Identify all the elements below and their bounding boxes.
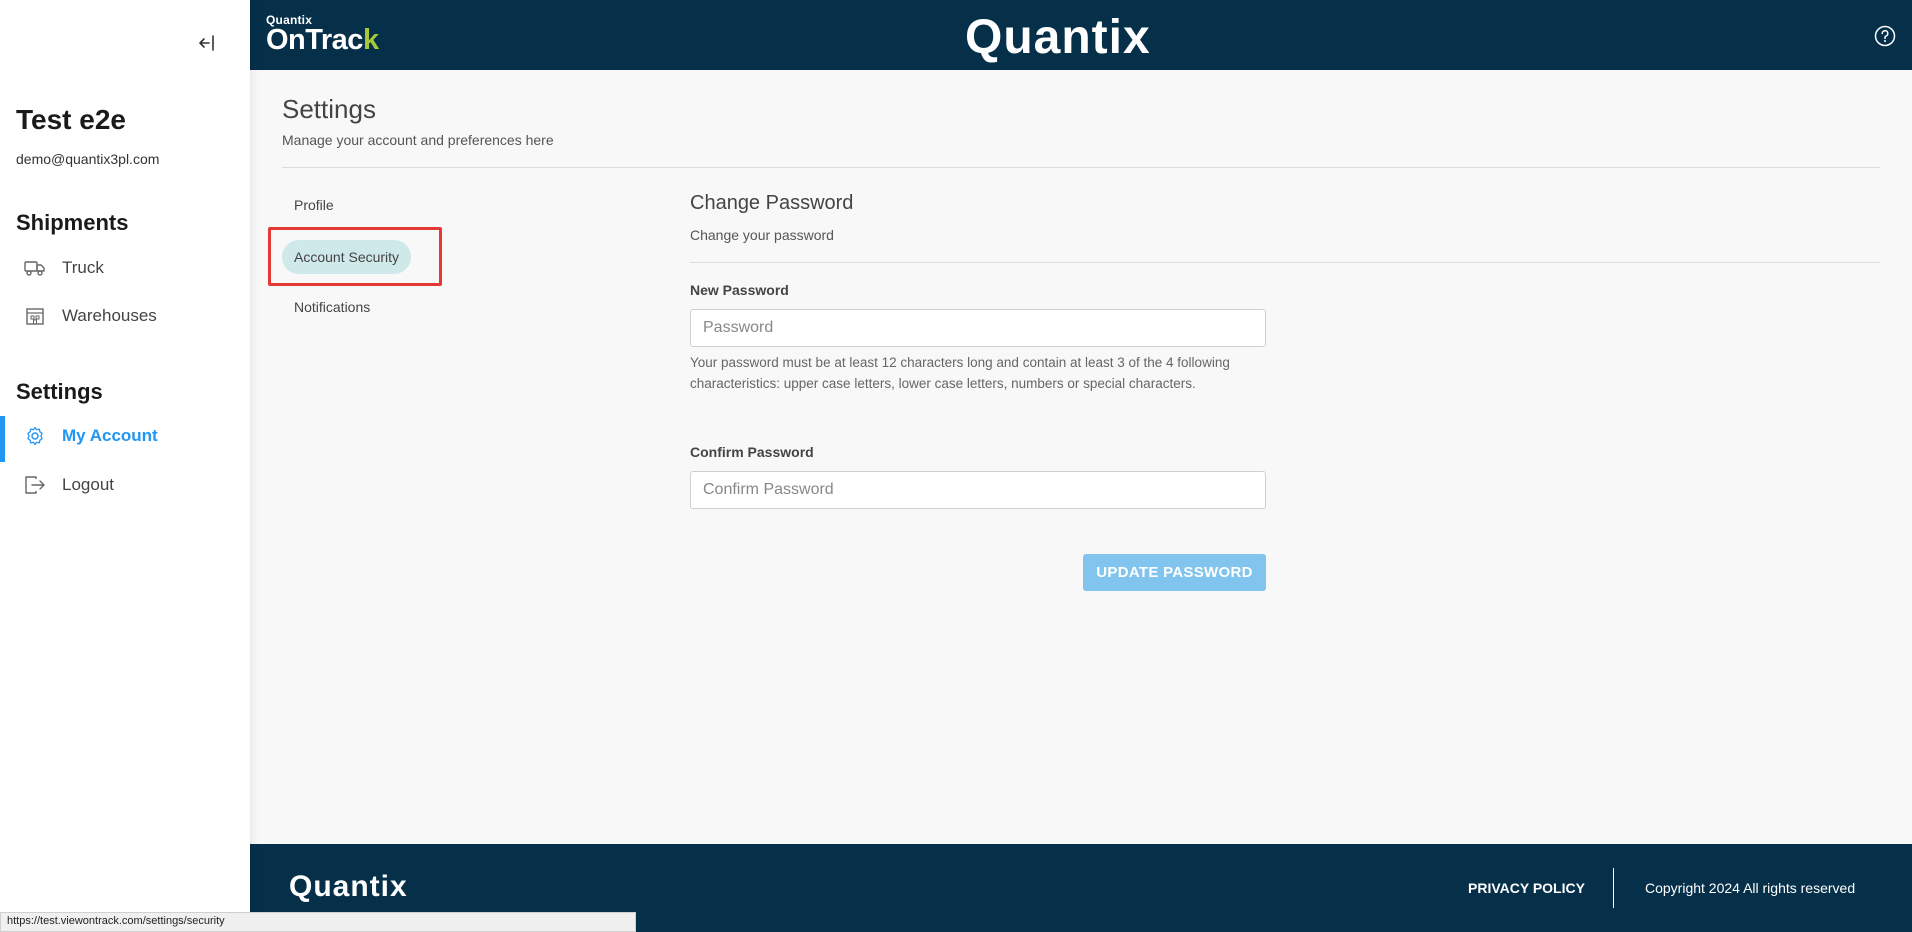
section-subtitle: Change your password [690, 227, 834, 243]
user-name: Test e2e [16, 104, 126, 135]
section-title-shipments: Shipments [16, 210, 129, 235]
new-password-label: New Password [690, 282, 789, 298]
update-password-button[interactable]: UPDATE PASSWORD [1083, 554, 1266, 591]
ontrack-logo-text: OnTrack [266, 24, 379, 56]
sidebar: Test e2e demo@quantix3pl.com Shipments T… [0, 0, 250, 932]
gear-icon [24, 425, 46, 447]
ontrack-logo[interactable]: Quantix OnTrack [266, 14, 379, 56]
sidebar-item-label: Truck [62, 258, 104, 277]
page-title: Settings [282, 94, 376, 124]
privacy-policy-link[interactable]: PRIVACY POLICY [1468, 880, 1585, 896]
quantix-logo: Quantix [965, 11, 1151, 64]
tab-notifications[interactable]: Notifications [282, 290, 382, 324]
section-title-settings: Settings [16, 379, 103, 404]
truck-icon [24, 257, 46, 279]
page-subtitle: Manage your account and preferences here [282, 132, 554, 148]
sidebar-item-truck[interactable]: Truck [0, 246, 250, 290]
footer-divider [1613, 868, 1614, 908]
collapse-left-icon [199, 35, 214, 51]
password-hint: Your password must be at least 12 charac… [690, 355, 1230, 391]
footer-quantix-logo: Quantix [289, 870, 408, 903]
confirm-password-label: Confirm Password [690, 444, 814, 460]
top-header: Quantix OnTrack Quantix [250, 0, 1912, 70]
divider [690, 262, 1880, 263]
collapse-sidebar-button[interactable] [194, 30, 220, 56]
new-password-field[interactable] [690, 309, 1266, 347]
sidebar-item-label: Logout [62, 475, 114, 494]
sidebar-item-label: Warehouses [62, 306, 157, 325]
user-email: demo@quantix3pl.com [16, 151, 160, 167]
confirm-password-field[interactable] [690, 471, 1266, 509]
tab-account-security[interactable]: Account Security [282, 240, 412, 274]
main-content: Settings Manage your account and prefere… [250, 70, 1912, 844]
sidebar-item-logout[interactable]: Logout [0, 463, 250, 507]
sidebar-item-label: My Account [62, 426, 158, 445]
browser-status-url: https://test.viewontrack.com/settings/se… [0, 912, 636, 932]
copyright-text: Copyright 2024 All rights reserved [1645, 880, 1856, 896]
section-title: Change Password [690, 192, 854, 214]
sidebar-item-warehouses[interactable]: Warehouses [0, 294, 250, 338]
logout-icon [24, 474, 46, 496]
divider [282, 167, 1880, 168]
help-circle-icon[interactable] [1874, 25, 1896, 47]
sidebar-item-my-account[interactable]: My Account [0, 414, 250, 462]
tab-profile[interactable]: Profile [282, 188, 346, 222]
warehouse-icon [24, 305, 46, 327]
